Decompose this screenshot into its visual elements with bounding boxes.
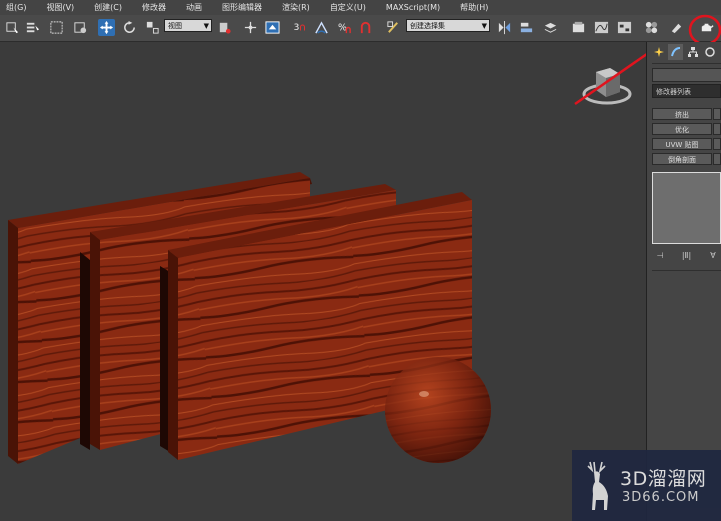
menu-bar: 组(G) 视图(V) 创建(C) 修改器 动画 图形编辑器 渲染(R) 自定义(… [0, 0, 721, 15]
watermark-title: 3D溜溜网 [620, 468, 707, 490]
extrude-button[interactable]: 挤出 [652, 108, 712, 120]
select-icon[interactable] [4, 19, 21, 36]
show-end-result-icon[interactable]: |Ⅱ| [679, 249, 695, 261]
modifier-button-side[interactable] [713, 153, 721, 165]
mirror-icon[interactable] [496, 19, 513, 36]
keyboard-shortcut-icon[interactable] [264, 19, 281, 36]
create-tab-icon[interactable] [651, 44, 666, 60]
menu-maxscript[interactable]: MAXScript(M) [380, 3, 440, 12]
percent-snap-icon[interactable]: % [336, 19, 353, 36]
graphite-icon[interactable] [570, 19, 587, 36]
menu-create[interactable]: 创建(C) [88, 2, 122, 13]
menu-customize[interactable]: 自定义(U) [324, 2, 366, 13]
perspective-viewport[interactable] [0, 42, 647, 521]
schematic-icon[interactable] [616, 19, 633, 36]
modify-tab-icon[interactable] [668, 44, 683, 60]
align-icon[interactable] [518, 19, 535, 36]
reference-coordinate-dropdown[interactable]: 视图 ▼ [164, 19, 212, 32]
snap-icon[interactable]: 3 [292, 19, 309, 36]
separator [652, 63, 721, 64]
modifier-list-dropdown[interactable]: 修改器列表 [652, 84, 721, 98]
remove-modifier-icon[interactable]: ∀ [705, 249, 721, 261]
modifier-button-side[interactable] [713, 138, 721, 150]
object-name-field[interactable] [652, 68, 721, 82]
menu-group[interactable]: 组(G) [0, 2, 26, 13]
main-toolbar: 视图 ▼ 3 % 创建选择集 ▼ [0, 15, 721, 42]
optimize-button[interactable]: 优化 [652, 123, 712, 135]
move-icon[interactable] [98, 19, 115, 36]
command-panel-tabs [647, 44, 721, 62]
stack-toolbar: ⊣ |Ⅱ| ∀ [652, 248, 721, 262]
manipulate-icon[interactable] [242, 19, 259, 36]
pin-stack-icon[interactable]: ⊣ [652, 249, 668, 261]
menu-animation[interactable]: 动画 [180, 2, 202, 13]
render-setup-icon[interactable] [668, 19, 685, 36]
angle-snap-icon[interactable] [313, 19, 330, 36]
region-select-icon[interactable] [48, 19, 65, 36]
menu-view[interactable]: 视图(V) [40, 2, 74, 13]
wood-sphere[interactable] [385, 357, 491, 463]
material-editor-icon[interactable] [643, 19, 660, 36]
modifier-stack[interactable] [652, 172, 721, 244]
svg-text:%: % [338, 22, 347, 33]
viewcube[interactable] [582, 68, 632, 105]
modifier-button-side[interactable] [713, 123, 721, 135]
deer-logo-icon [587, 461, 608, 510]
watermark: 3D溜溜网 3D66.COM [572, 450, 721, 521]
named-selection-dropdown[interactable]: 创建选择集 ▼ [406, 19, 490, 32]
scale-icon[interactable] [144, 19, 161, 36]
edit-named-selection-icon[interactable] [385, 19, 402, 36]
rotate-icon[interactable] [121, 19, 138, 36]
window-crossing-icon[interactable] [72, 19, 89, 36]
hierarchy-tab-icon[interactable] [685, 44, 700, 60]
menu-rendering[interactable]: 渲染(R) [276, 2, 310, 13]
modifier-button-side[interactable] [713, 108, 721, 120]
menu-graph-editors[interactable]: 图形编辑器 [216, 2, 262, 13]
bevel-profile-button[interactable]: 倒角剖面 [652, 153, 712, 165]
layer-icon[interactable] [542, 19, 559, 36]
uvw-map-button[interactable]: UVW 贴图 [652, 138, 712, 150]
select-by-name-icon[interactable] [24, 19, 41, 36]
menu-modifiers[interactable]: 修改器 [136, 2, 166, 13]
scene-render [8, 53, 646, 464]
spinner-snap-icon[interactable] [358, 19, 375, 36]
menu-help[interactable]: 帮助(H) [454, 2, 488, 13]
watermark-url: 3D66.COM [622, 490, 700, 505]
motion-tab-icon[interactable] [702, 44, 717, 60]
pivot-icon[interactable] [216, 19, 233, 36]
separator [652, 270, 721, 271]
curve-editor-icon[interactable] [593, 19, 610, 36]
